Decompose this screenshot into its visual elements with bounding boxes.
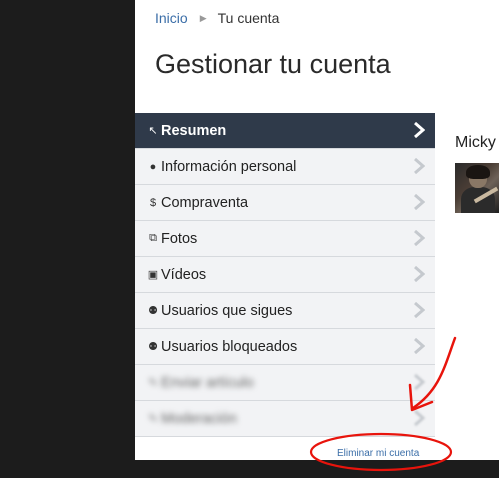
photos-icon: ⧉ xyxy=(149,232,157,244)
menu-item-4[interactable]: ▣ Vídeos xyxy=(135,257,435,293)
chevron-right-icon xyxy=(413,121,426,139)
blocked-users-icon: ⚉ xyxy=(148,341,158,353)
menu-item-2[interactable]: $ Compraventa xyxy=(135,185,435,221)
menu-item-6[interactable]: ⚉ Usuarios bloqueados xyxy=(135,329,435,365)
moderation-icon: ✎ xyxy=(148,413,158,425)
menu-item-label: Usuarios bloqueados xyxy=(161,338,298,355)
chevron-right-icon xyxy=(413,193,426,211)
menu-item-label: Usuarios que sigues xyxy=(161,302,293,319)
menu-item-label: Información personal xyxy=(161,158,297,175)
video-icon: ▣ xyxy=(147,269,159,281)
menu-item-0[interactable]: ↖ Resumen xyxy=(135,113,435,149)
menu-item-1[interactable]: ● Información personal xyxy=(135,149,435,185)
person-icon: ● xyxy=(149,160,157,173)
dollar-icon: $ xyxy=(149,196,157,209)
bottom-dark-area xyxy=(135,460,499,478)
account-menu: ↖ Resumen ● Información personal $ Compravent… xyxy=(135,113,435,437)
account-page: Inicio ▶ Tu cuenta Gestionar tu cuenta ↖… xyxy=(135,0,499,460)
chevron-right-icon xyxy=(413,157,426,175)
avatar[interactable] xyxy=(455,163,499,213)
menu-item-label: Enviar artículo xyxy=(161,374,254,391)
chevron-right-icon xyxy=(413,229,426,247)
delete-account-link[interactable]: Eliminar mi cuenta xyxy=(337,448,419,459)
menu-item-label: Moderación xyxy=(161,410,237,427)
menu-item-label: Fotos xyxy=(161,230,198,247)
left-dark-area xyxy=(0,0,135,478)
send-icon: ✎ xyxy=(148,377,158,389)
breadcrumb-current: Tu cuenta xyxy=(217,10,280,26)
menu-item-label: Vídeos xyxy=(161,266,207,283)
breadcrumb: Inicio ▶ Tu cuenta xyxy=(155,10,279,26)
breadcrumb-separator-icon: ▶ xyxy=(199,12,207,23)
menu-item-7[interactable]: ✎ Enviar artículo xyxy=(135,365,435,401)
chevron-right-icon xyxy=(413,337,426,355)
chevron-right-icon xyxy=(413,373,426,391)
menu-item-5[interactable]: ⚉ Usuarios que sigues xyxy=(135,293,435,329)
breadcrumb-home-link[interactable]: Inicio xyxy=(155,10,188,26)
chevron-right-icon xyxy=(413,409,426,427)
page-title: Gestionar tu cuenta xyxy=(155,49,391,79)
chevron-right-icon xyxy=(413,301,426,319)
arrow-up-left-icon: ↖ xyxy=(148,125,158,137)
menu-item-8[interactable]: ✎ Moderación xyxy=(135,401,435,437)
menu-item-label: Resumen xyxy=(161,122,227,139)
users-icon: ⚉ xyxy=(148,305,158,317)
profile-name: Micky xyxy=(455,134,496,151)
menu-item-3[interactable]: ⧉ Fotos xyxy=(135,221,435,257)
menu-item-label: Compraventa xyxy=(161,194,249,211)
chevron-right-icon xyxy=(413,265,426,283)
